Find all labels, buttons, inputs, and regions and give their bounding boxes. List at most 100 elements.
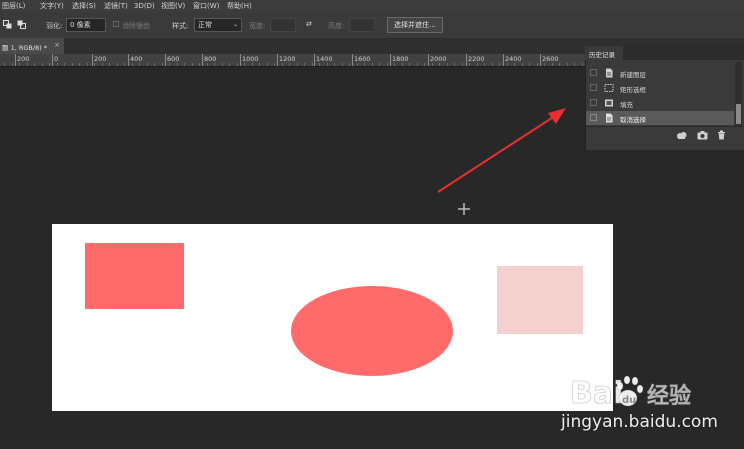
history-source-checkbox[interactable]	[590, 69, 597, 76]
history-item-label: 新建图层	[620, 71, 646, 79]
trash-icon[interactable]	[716, 130, 727, 140]
ruler-minor-tick	[582, 63, 583, 66]
ruler-minor-tick	[222, 63, 223, 66]
ruler-label: 2400	[505, 55, 522, 63]
swap-icon[interactable]: ⇄	[306, 20, 312, 28]
menu-layer[interactable]: 图层(L)	[2, 0, 25, 12]
ruler-minor-tick	[552, 63, 553, 66]
ruler-tick	[466, 54, 467, 66]
ruler-minor-tick	[364, 63, 365, 66]
ruler-minor-tick	[237, 63, 238, 66]
document-tab-title: 题 1, RGB/8) *	[2, 44, 48, 52]
menu-view[interactable]: 视图(V)	[161, 0, 185, 12]
ruler-minor-tick	[12, 63, 13, 66]
style-value: 正常	[198, 21, 212, 29]
style-select[interactable]: 正常 ⌄	[194, 18, 242, 32]
ruler-minor-tick	[72, 63, 73, 66]
ruler-minor-tick	[192, 63, 193, 66]
ruler-minor-tick	[214, 63, 215, 66]
svg-text:du: du	[622, 395, 636, 406]
ruler-label: 2600	[542, 55, 559, 63]
ruler-minor-tick	[252, 63, 253, 66]
ruler-minor-tick	[334, 63, 335, 66]
red-ellipse-shape	[291, 286, 453, 376]
intersect-selection-icon[interactable]	[3, 20, 12, 29]
ruler-minor-tick	[319, 63, 320, 66]
ruler-label: 2000	[430, 55, 447, 63]
menu-window[interactable]: 窗口(W)	[193, 0, 219, 12]
ruler-minor-tick	[312, 63, 313, 66]
ruler-minor-tick	[184, 63, 185, 66]
ruler-minor-tick	[177, 63, 178, 66]
ruler-label: 200	[94, 55, 107, 63]
ruler-minor-tick	[162, 63, 163, 66]
ruler-minor-tick	[424, 63, 425, 66]
ruler-minor-tick	[432, 63, 433, 66]
document-tab[interactable]: 题 1, RGB/8) * ×	[0, 38, 64, 54]
history-source-checkbox[interactable]	[590, 84, 597, 91]
height-input[interactable]	[349, 18, 375, 32]
snapshot-camera-icon[interactable]	[697, 130, 708, 140]
svg-text:经验: 经验	[647, 383, 691, 409]
history-source-checkbox[interactable]	[590, 114, 597, 121]
chevron-down-icon: ⌄	[232, 21, 238, 28]
history-source-checkbox[interactable]	[590, 99, 597, 106]
new-document-from-state-icon[interactable]	[676, 130, 687, 140]
ruler-minor-tick	[199, 63, 200, 66]
ruler-minor-tick	[529, 63, 530, 66]
history-panel-tab[interactable]: 历史记录	[585, 46, 623, 60]
ruler-minor-tick	[274, 63, 275, 66]
ruler-minor-tick	[109, 63, 110, 66]
ruler-minor-tick	[379, 63, 380, 66]
menu-3d[interactable]: 3D(D)	[134, 0, 155, 12]
menu-type[interactable]: 文字(Y)	[40, 0, 64, 12]
ruler-label: 800	[204, 55, 217, 63]
ruler-minor-tick	[499, 63, 500, 66]
ruler-tick	[128, 54, 129, 66]
ruler-minor-tick	[417, 63, 418, 66]
ruler-minor-tick	[537, 63, 538, 66]
baidu-logo-icon: Bai du 经验	[570, 375, 691, 411]
ruler-minor-tick	[372, 63, 373, 66]
ruler-tick	[503, 54, 504, 66]
style-label: 样式:	[172, 22, 189, 30]
options-bar: 羽化: 0 像素 消除锯齿 样式: 正常 ⌄ 宽度: ⇄ 高度: 选择并遮住..…	[0, 12, 744, 39]
add-selection-icon[interactable]	[17, 20, 26, 29]
history-item[interactable]: 新建图层	[586, 66, 734, 80]
history-item-active[interactable]: 取消选择	[586, 111, 734, 125]
ruler-minor-tick	[94, 63, 95, 66]
ruler-minor-tick	[282, 63, 283, 66]
ruler-minor-tick	[259, 63, 260, 66]
width-input[interactable]	[270, 18, 296, 32]
fill-icon	[605, 99, 613, 107]
history-item[interactable]: 矩形选框	[586, 81, 734, 95]
menu-help[interactable]: 帮助(H)	[227, 0, 252, 12]
ruler-minor-tick	[244, 63, 245, 66]
marquee-icon	[604, 84, 614, 92]
ruler-minor-tick	[357, 63, 358, 66]
feather-input[interactable]: 0 像素	[66, 18, 106, 32]
ruler-minor-tick	[4, 63, 5, 66]
ruler-tick	[352, 54, 353, 66]
ruler-minor-tick	[327, 63, 328, 66]
ruler-tick	[240, 54, 241, 66]
select-and-mask-button[interactable]: 选择并遮住...	[387, 17, 443, 33]
menu-filter[interactable]: 滤镜(T)	[104, 0, 128, 12]
ruler-minor-tick	[447, 63, 448, 66]
ruler-minor-tick	[492, 63, 493, 66]
antialias-checkbox[interactable]	[113, 21, 119, 27]
width-label: 宽度:	[249, 22, 266, 30]
history-scrollbar-thumb[interactable]	[736, 104, 741, 124]
history-item[interactable]: 填充	[586, 96, 734, 110]
ruler-minor-tick	[439, 63, 440, 66]
ruler-minor-tick	[304, 63, 305, 66]
menu-select[interactable]: 选择(S)	[72, 0, 96, 12]
ruler-label: 1200	[279, 55, 296, 63]
ruler-minor-tick	[102, 63, 103, 66]
ruler-label: 600	[167, 55, 180, 63]
pink-rectangle-shape	[497, 266, 583, 334]
history-item-label: 取消选择	[620, 116, 646, 124]
close-icon[interactable]: ×	[54, 41, 60, 49]
ruler-tick	[428, 54, 429, 66]
ruler-tick	[15, 54, 16, 66]
